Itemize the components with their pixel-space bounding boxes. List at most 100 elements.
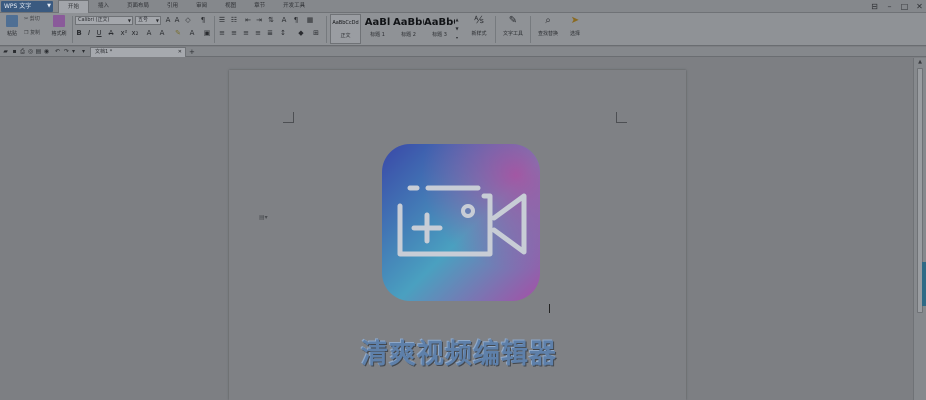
app-menu-button[interactable]: WPS 文字 ▼ <box>1 1 53 12</box>
print-icon[interactable]: ⎙ <box>19 48 26 55</box>
style-normal[interactable]: AaBbCcDd 正文 <box>330 14 361 44</box>
maximize-icon[interactable]: □ <box>898 1 911 12</box>
line-spacing-icon[interactable]: ↕ <box>279 29 287 38</box>
menu-tabs: 开始 插入 页面布局 引用 审阅 视图 章节 开发工具 <box>58 0 314 13</box>
phonetic-icon[interactable]: ¶ <box>199 16 207 25</box>
style-label: 标题 2 <box>401 32 416 38</box>
tab-section[interactable]: 章节 <box>245 0 274 13</box>
export-icon[interactable]: ▤ <box>35 48 42 55</box>
tab-view[interactable]: 视图 <box>216 0 245 13</box>
underline-icon[interactable]: U <box>95 29 103 38</box>
document-heading[interactable]: 清爽视频编辑器 <box>329 332 589 371</box>
increase-indent-icon[interactable]: ⇥ <box>255 16 263 25</box>
cut-label: 剪切 <box>29 16 40 22</box>
tab-page-layout[interactable]: 页面布局 <box>118 0 158 13</box>
style-label: 标题 3 <box>432 32 447 38</box>
document-page[interactable]: ▤▾ 清爽视频编辑器 <box>229 70 686 400</box>
tab-references[interactable]: 引用 <box>158 0 187 13</box>
scroll-up-icon[interactable]: ▲ <box>914 58 926 67</box>
bold-icon[interactable]: B <box>75 29 83 38</box>
sort-icon[interactable]: ⇅ <box>267 16 275 25</box>
bullet-list-icon[interactable]: ☰ <box>218 16 226 25</box>
chevron-down-icon[interactable]: ▾ <box>70 48 77 55</box>
italic-icon[interactable]: I <box>85 29 93 38</box>
add-tab-icon[interactable]: + <box>189 47 195 57</box>
copy-label: 复制 <box>30 30 41 36</box>
save-icon[interactable]: ▪ <box>11 48 18 55</box>
restore-ribbon-icon[interactable]: ⊟ <box>868 1 881 12</box>
scissors-icon: ✂ <box>24 16 29 22</box>
border-icon[interactable]: ⊞ <box>312 29 320 38</box>
undo-icon[interactable]: ↶ <box>54 48 61 55</box>
align-center-icon[interactable]: ≡ <box>230 29 238 38</box>
style-heading-3[interactable]: AaBbC 标题 3 <box>424 14 455 44</box>
superscript-icon[interactable]: x² <box>120 29 128 38</box>
redo-icon[interactable]: ↷ <box>63 48 70 55</box>
subscript-icon[interactable]: x₂ <box>131 29 139 38</box>
paste-label: 粘贴 <box>6 31 17 37</box>
table-icon[interactable]: ▦ <box>306 16 314 25</box>
highlight-icon[interactable]: ✎ <box>174 29 182 38</box>
tab-home[interactable]: 开始 <box>58 0 90 13</box>
minimize-icon[interactable]: – <box>883 1 896 12</box>
distribute-icon[interactable]: ≣ <box>266 29 274 38</box>
paragraph-layout-icon[interactable]: ▤▾ <box>259 214 268 221</box>
justify-icon[interactable]: ≡ <box>254 29 262 38</box>
margin-corner-top-right <box>616 112 627 123</box>
document-tab[interactable]: 文档1 * ✕ <box>90 47 186 57</box>
close-icon[interactable]: ✕ <box>913 1 926 12</box>
font-color-icon[interactable]: A <box>188 29 196 38</box>
clear-format-icon[interactable]: ◇ <box>184 16 192 25</box>
paste-button[interactable]: 粘贴 <box>2 14 22 37</box>
style-heading-2[interactable]: AaBb( 标题 2 <box>393 14 424 44</box>
font-size-select[interactable]: 五号 ▼ <box>135 16 161 25</box>
document-tab-bar: ▰ ▪ ⎙ ◎ ▤ ◉ ↶ ↷ ▾ ▾ 文档1 * ✕ + <box>0 47 926 57</box>
video-editor-logo-image <box>382 144 540 301</box>
show-marks-icon[interactable]: ¶ <box>292 16 300 25</box>
shrink-font-icon[interactable]: A <box>173 16 181 25</box>
tab-developer[interactable]: 开发工具 <box>274 0 314 13</box>
character-shading-icon[interactable]: A <box>158 29 166 38</box>
select-label: 选择 <box>569 31 580 37</box>
style-preview: AaBb( <box>393 17 424 28</box>
open-folder-icon[interactable]: ▰ <box>2 48 9 55</box>
text-tools-button[interactable]: ✎ 文字工具 <box>498 14 528 37</box>
strikethrough-icon[interactable]: A <box>107 29 115 38</box>
format-painter-button[interactable]: 格式刷 <box>49 14 69 37</box>
cut-button[interactable]: ✂ 剪切 <box>24 15 40 22</box>
new-style-button[interactable]: ⅍ 新样式 <box>465 14 493 37</box>
copy-button[interactable]: ❐ 复制 <box>24 29 40 36</box>
select-button[interactable]: ➤ 选择 <box>564 14 586 37</box>
decrease-indent-icon[interactable]: ⇤ <box>244 16 252 25</box>
numbered-list-icon[interactable]: ☷ <box>230 16 238 25</box>
divider <box>326 16 327 43</box>
divider <box>530 16 531 43</box>
text-effect-icon[interactable]: A <box>145 29 153 38</box>
font-name-value: Calibri (正文) <box>78 17 110 23</box>
tab-review[interactable]: 审阅 <box>187 0 216 13</box>
customize-toolbar-icon[interactable]: ▾ <box>80 48 87 55</box>
side-panel-handle[interactable] <box>922 262 926 306</box>
title-bar: WPS 文字 ▼ 开始 插入 页面布局 引用 审阅 视图 章节 开发工具 ⊟ –… <box>0 0 926 13</box>
style-gallery-scroller[interactable]: ▲ ▼ ▾ <box>454 15 460 43</box>
print-preview-icon[interactable]: ◎ <box>27 48 34 55</box>
find-replace-label: 查找替换 <box>537 31 558 37</box>
align-right-icon[interactable]: ≡ <box>242 29 250 38</box>
search-icon: ⌕ <box>545 15 551 26</box>
find-replace-button[interactable]: ⌕ 查找替换 <box>533 14 563 37</box>
style-heading-1[interactable]: AaBl 标题 1 <box>362 14 393 44</box>
divider <box>495 16 496 43</box>
character-border-icon[interactable]: ▣ <box>203 29 211 38</box>
divider <box>214 16 215 43</box>
shading-icon[interactable]: ◆ <box>297 29 305 38</box>
style-preview: AaBbCcDd <box>332 20 359 26</box>
tab-insert[interactable]: 插入 <box>89 0 118 13</box>
align-left-icon[interactable]: ≡ <box>218 29 226 38</box>
font-name-select[interactable]: Calibri (正文) ▼ <box>75 16 133 25</box>
grow-font-icon[interactable]: A <box>164 16 172 25</box>
share-icon[interactable]: ◉ <box>43 48 50 55</box>
document-workspace[interactable]: ▤▾ 清爽视频编辑器 <box>0 58 913 400</box>
chinese-layout-icon[interactable]: A <box>280 16 288 25</box>
close-icon[interactable]: ✕ <box>178 48 182 57</box>
vertical-scrollbar[interactable]: ▲ <box>913 58 926 400</box>
